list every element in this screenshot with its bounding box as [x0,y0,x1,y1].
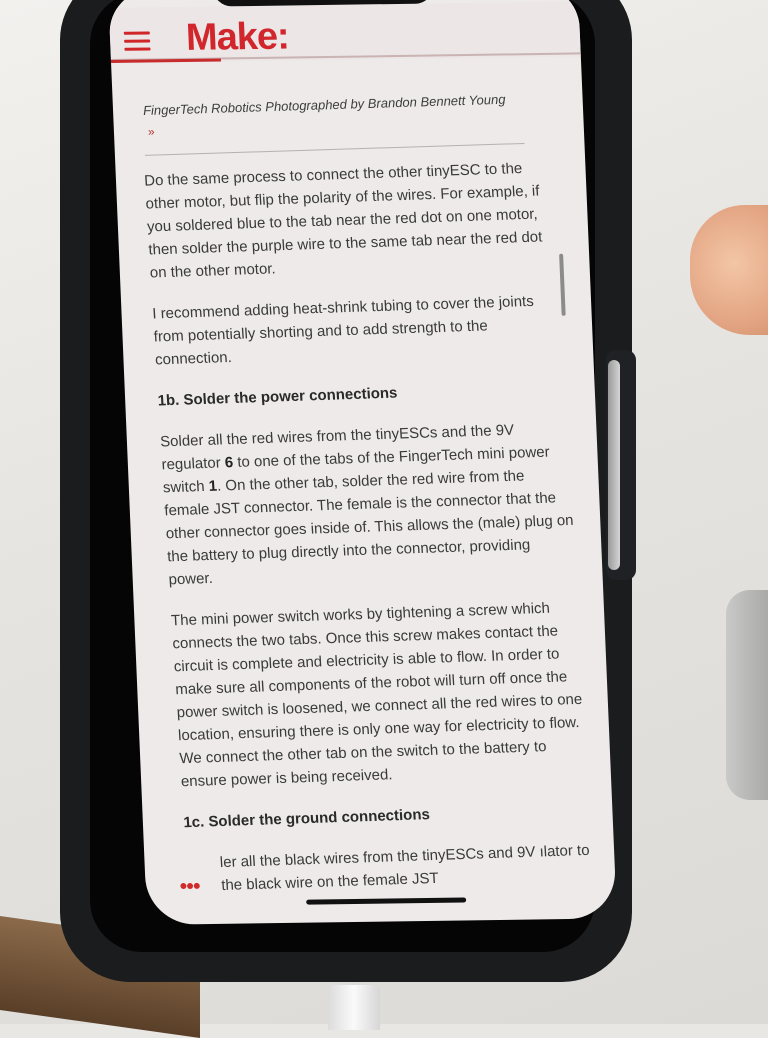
text-run: . On the other tab, solder the red wire … [163,467,574,589]
hamburger-menu-icon[interactable] [123,31,151,53]
article-paragraph: Do the same process to connect the other… [143,160,543,282]
caption-divider [144,142,525,156]
silver-device [726,590,768,800]
phone-screen: Make: FingerTech Robotics Photographed b… [108,0,617,925]
article-paragraph: ler all the black wires from the tinyESC… [219,841,591,895]
article-body: Do the same process to connect the other… [144,156,599,916]
photo-caption: FingerTech Robotics Photographed by Bran… [142,91,506,119]
article-paragraph: The mini power switch works by tightenin… [170,599,583,791]
caption-arrow-icon[interactable]: » [148,124,156,138]
side-button [606,350,636,580]
article-paragraph: I recommend adding heat-shrink tubing to… [151,292,535,369]
charging-cable [328,985,380,1030]
section-heading: 1c. Solder the ground connections [182,806,431,832]
make-logo[interactable]: Make: [185,16,289,60]
header-accent-line [110,58,222,63]
section-heading: 1b. Solder the power connections [157,384,398,410]
more-options-icon[interactable]: ••• [179,873,200,899]
article-paragraph: Solder all the red wires from the tinyES… [159,417,578,592]
